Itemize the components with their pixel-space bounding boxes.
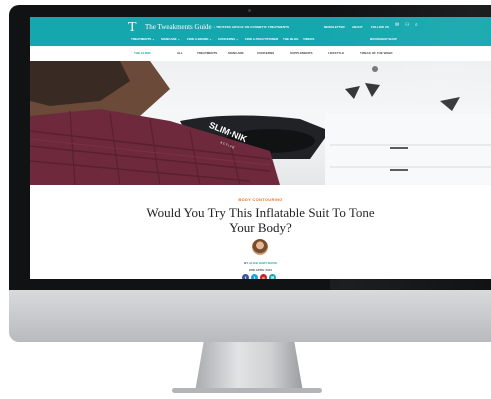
- logo-mark[interactable]: T: [128, 21, 137, 35]
- monitor-chin: [9, 290, 491, 342]
- screen: T The Tweakments Guide • TRUSTED ADVICE …: [30, 17, 491, 279]
- follow-us-link[interactable]: FOLLOW US: [371, 25, 389, 29]
- monitor-stand-foot: [172, 388, 322, 393]
- subnav-concerns[interactable]: CONCERNS: [257, 51, 274, 55]
- nav-the-blog[interactable]: THE BLOG: [283, 37, 299, 41]
- camera-icon: [248, 9, 251, 12]
- author-avatar[interactable]: [252, 239, 268, 255]
- byline: BY ALICE HART-DAVIS: [30, 261, 491, 265]
- monitor-stand: [195, 342, 303, 392]
- subnav-all[interactable]: ALL: [177, 51, 183, 55]
- nav-find-a-brand[interactable]: FIND A BRAND ⌄: [187, 37, 212, 41]
- subnav-lifestyle[interactable]: LIFESTYLE: [328, 51, 344, 55]
- subnav-tweak-of-the-week[interactable]: TWEAK OF THE WEEK: [360, 51, 393, 55]
- twitter-icon[interactable]: t: [251, 274, 258, 279]
- nav-skincare[interactable]: SKINCARE ⌄: [161, 37, 180, 41]
- subnav-the-clinic[interactable]: THE CLINIC: [134, 51, 151, 55]
- nav-treatments[interactable]: TREATMENTS ⌄: [131, 37, 155, 41]
- email-icon[interactable]: ✉: [269, 274, 276, 279]
- facebook-icon[interactable]: f: [242, 274, 249, 279]
- user-icon[interactable]: ⚇: [405, 22, 409, 28]
- site-header: T The Tweakments Guide • TRUSTED ADVICE …: [30, 17, 491, 61]
- about-link[interactable]: ABOUT: [352, 25, 363, 29]
- subnav-supplements[interactable]: SUPPLEMENTS: [290, 51, 313, 55]
- nav-videos[interactable]: VIDEOS: [303, 37, 314, 41]
- hero-image: SLIM·NIK A C T I V E: [30, 61, 491, 185]
- nav-find-a-practitioner[interactable]: FIND A PRACTITIONER: [245, 37, 278, 41]
- category-label[interactable]: BODY CONTOURING: [30, 197, 491, 202]
- pinterest-icon[interactable]: p: [260, 274, 267, 279]
- newsletter-link[interactable]: NEWSLETTER: [324, 25, 345, 29]
- site-tagline: • TRUSTED ADVICE ON COSMETIC TREATMENTS: [214, 25, 290, 29]
- mail-icon[interactable]: ✉: [395, 22, 399, 28]
- sub-nav: THE CLINIC ALL TREATMENTS SKINCARE CONCE…: [30, 46, 491, 61]
- nav-concerns[interactable]: CONCERNS ⌄: [218, 37, 239, 41]
- article-title: Would You Try This Inflatable Suit To To…: [146, 205, 375, 235]
- publish-date: 2ND APRIL 2021: [248, 268, 273, 272]
- site-logo[interactable]: The Tweakments Guide: [145, 23, 212, 31]
- nav-bookshop[interactable]: BOOKSHOP SHOP: [370, 37, 397, 41]
- search-icon[interactable]: ⌕: [415, 22, 418, 28]
- subnav-treatments[interactable]: TREATMENTS: [197, 51, 217, 55]
- author-link[interactable]: ALICE HART-DAVIS: [249, 261, 277, 265]
- byline-prefix: BY: [244, 261, 249, 265]
- subnav-skincare[interactable]: SKINCARE: [228, 51, 244, 55]
